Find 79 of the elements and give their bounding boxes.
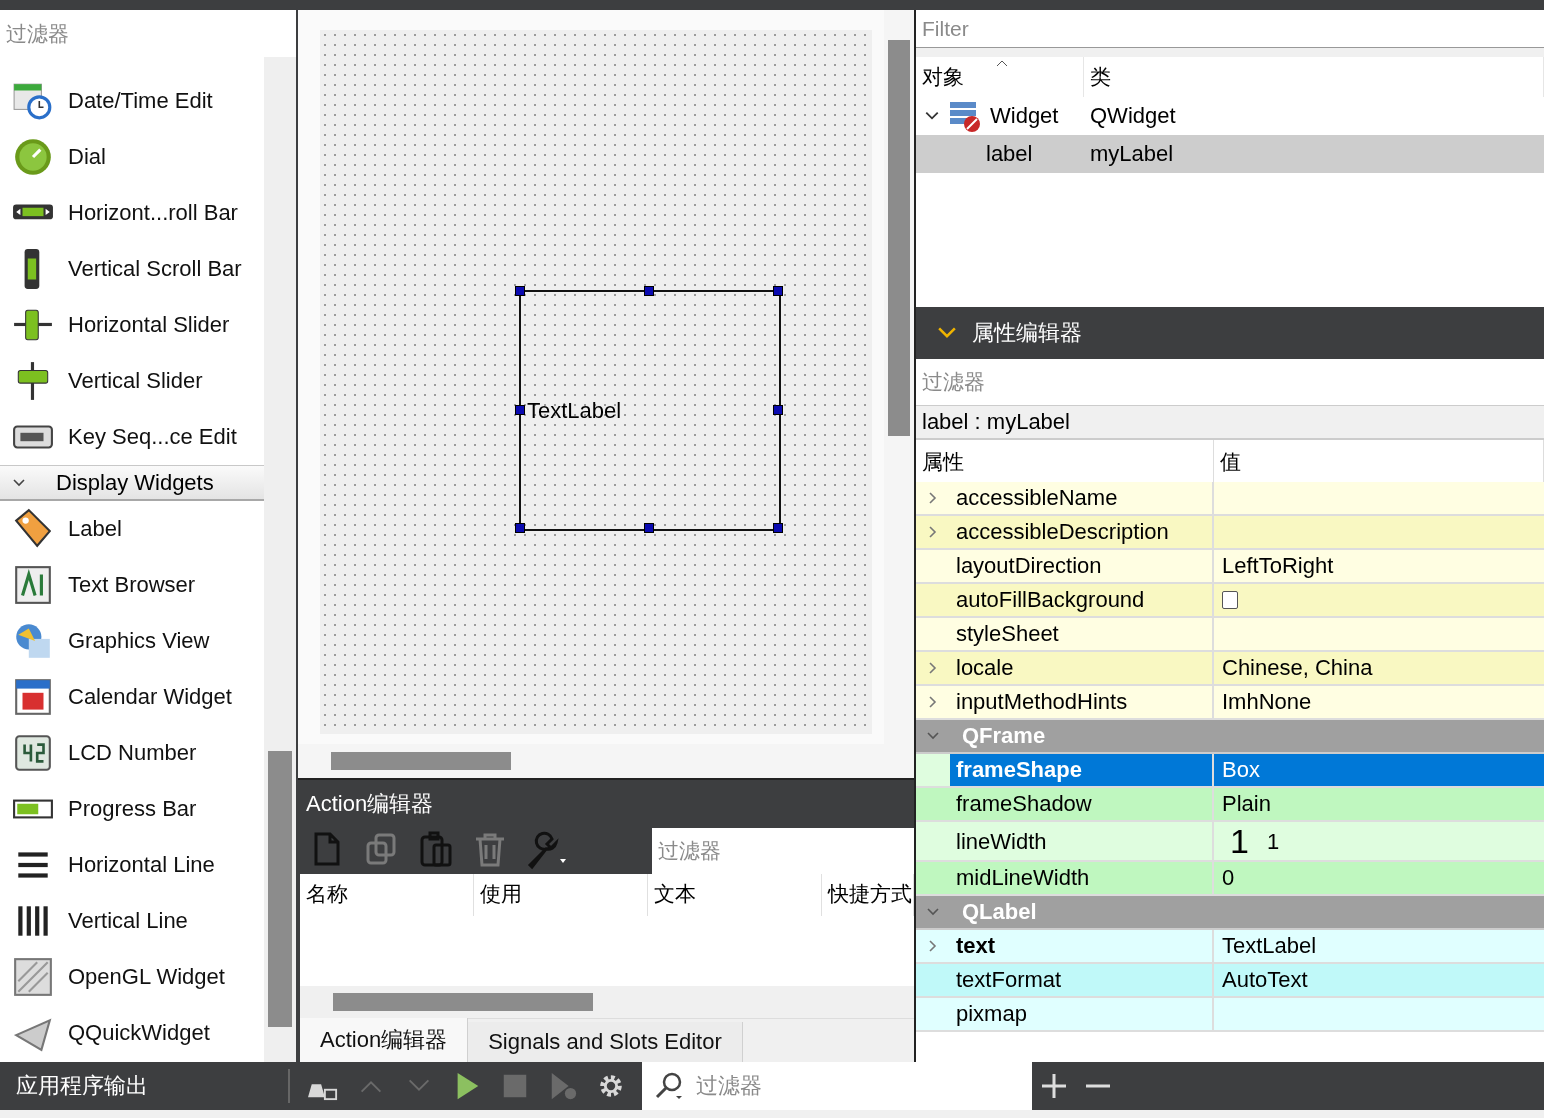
widget-list-item[interactable]: Dial [0, 129, 264, 185]
widget-list-item[interactable]: Horizontal Line [0, 837, 264, 893]
property-value[interactable]: Box [1214, 754, 1544, 786]
column-header[interactable]: 名称 [300, 874, 474, 916]
checkbox[interactable] [1222, 591, 1238, 609]
resize-handle[interactable] [515, 523, 525, 533]
column-header[interactable]: 类 [1084, 57, 1544, 97]
property-name[interactable]: lineWidth [950, 822, 1212, 860]
tag-icon [12, 508, 54, 550]
hatched-square-icon [12, 956, 54, 998]
resize-handle[interactable] [644, 523, 654, 533]
widget-list-item[interactable]: QQuickWidget [0, 1005, 264, 1061]
property-name[interactable]: inputMethodHints [950, 686, 1212, 718]
text-document-icon [12, 564, 54, 606]
property-value[interactable]: 1 1 [1214, 822, 1544, 860]
filter-field[interactable]: 过滤器 [652, 828, 914, 874]
splitter-bar[interactable] [916, 47, 1544, 57]
property-value[interactable]: AutoText [1214, 964, 1544, 996]
category-header[interactable]: Display Widgets [0, 465, 264, 501]
widget-list-item[interactable]: Vertical Scroll Bar [0, 241, 264, 297]
resize-handle[interactable] [773, 523, 783, 533]
scrollbar[interactable] [298, 744, 884, 778]
tree-item[interactable]: Widget [916, 97, 1084, 135]
minus-icon [1084, 1084, 1112, 1088]
dial-icon [12, 136, 54, 178]
object-label: label : myLabel [916, 405, 1544, 440]
scrollbar[interactable] [884, 10, 914, 778]
property-value[interactable]: Chinese, China [1214, 652, 1544, 684]
tree-cell: myLabel [1084, 135, 1544, 173]
widget-list-item[interactable]: Date/Time Edit [0, 73, 264, 129]
plus-icon [1040, 1072, 1068, 1100]
property-name[interactable]: midLineWidth [950, 862, 1212, 894]
widget-list-item[interactable]: Label [0, 501, 264, 557]
widget-list-item[interactable]: Vertical Slider [0, 353, 264, 409]
widget-list-item[interactable]: Horizontal Slider [0, 297, 264, 353]
column-header[interactable]: 对象 [916, 57, 1084, 97]
widget-list-item[interactable]: Graphics View [0, 613, 264, 669]
column-header[interactable]: 使用 [474, 874, 648, 916]
scrollbar[interactable] [264, 57, 296, 1062]
resize-handle[interactable] [773, 286, 783, 296]
dock-title: Action编辑器 [305, 790, 435, 818]
tab[interactable]: Action编辑器 [300, 1018, 469, 1062]
property-name[interactable]: layoutDirection [950, 550, 1212, 582]
tree-item[interactable]: label [916, 135, 1084, 173]
widget-list-item[interactable]: Horizont...roll Bar [0, 185, 264, 241]
widget-stack-icon [948, 99, 982, 133]
calendar-icon [12, 676, 54, 718]
label-text: TextLabel [526, 397, 622, 424]
property-value[interactable]: 0 [1214, 862, 1544, 894]
property-name[interactable]: locale [950, 652, 1212, 684]
search-field[interactable]: 过滤器 [642, 1062, 1032, 1110]
property-name[interactable]: frameShadow [950, 788, 1212, 820]
property-name[interactable]: text [950, 930, 1212, 962]
scrollbar[interactable] [300, 986, 914, 1018]
property-value[interactable]: Plain [1214, 788, 1544, 820]
resize-handle[interactable] [515, 404, 525, 415]
property-name[interactable]: textFormat [950, 964, 1212, 996]
property-value[interactable]: ImhNone [1214, 686, 1544, 718]
panel-title: 应用程序输出 [0, 1069, 290, 1103]
wrench-icon[interactable] [526, 831, 566, 871]
widget-list-item[interactable]: Text Browser [0, 557, 264, 613]
dock-title: 属性编辑器 [972, 319, 1082, 347]
property-name[interactable]: frameShape [950, 754, 1212, 786]
tab[interactable]: Signals and Slots Editor [468, 1022, 743, 1062]
value-glyph: 1 [1229, 822, 1249, 860]
widget-list-item[interactable]: LCD Number [0, 725, 264, 781]
property-value[interactable]: LeftToRight [1214, 550, 1544, 582]
widget-list-item[interactable]: Key Seq...ce Edit [0, 409, 264, 465]
widget-list-item[interactable]: OpenGL Widget [0, 949, 264, 1005]
resize-handle[interactable] [773, 404, 783, 415]
widget-list-item[interactable]: Calendar Widget [0, 669, 264, 725]
resize-handle[interactable] [515, 286, 525, 296]
property-value[interactable]: TextLabel [1214, 930, 1544, 962]
lcd-display-icon [12, 732, 54, 774]
widget-list-item[interactable]: Progress Bar [0, 781, 264, 837]
column-header[interactable]: 文本 [648, 874, 822, 916]
widget-list-item[interactable]: Vertical Line [0, 893, 264, 949]
tree-cell-text: QWidget [1089, 102, 1177, 130]
resize-handle[interactable] [644, 286, 654, 296]
